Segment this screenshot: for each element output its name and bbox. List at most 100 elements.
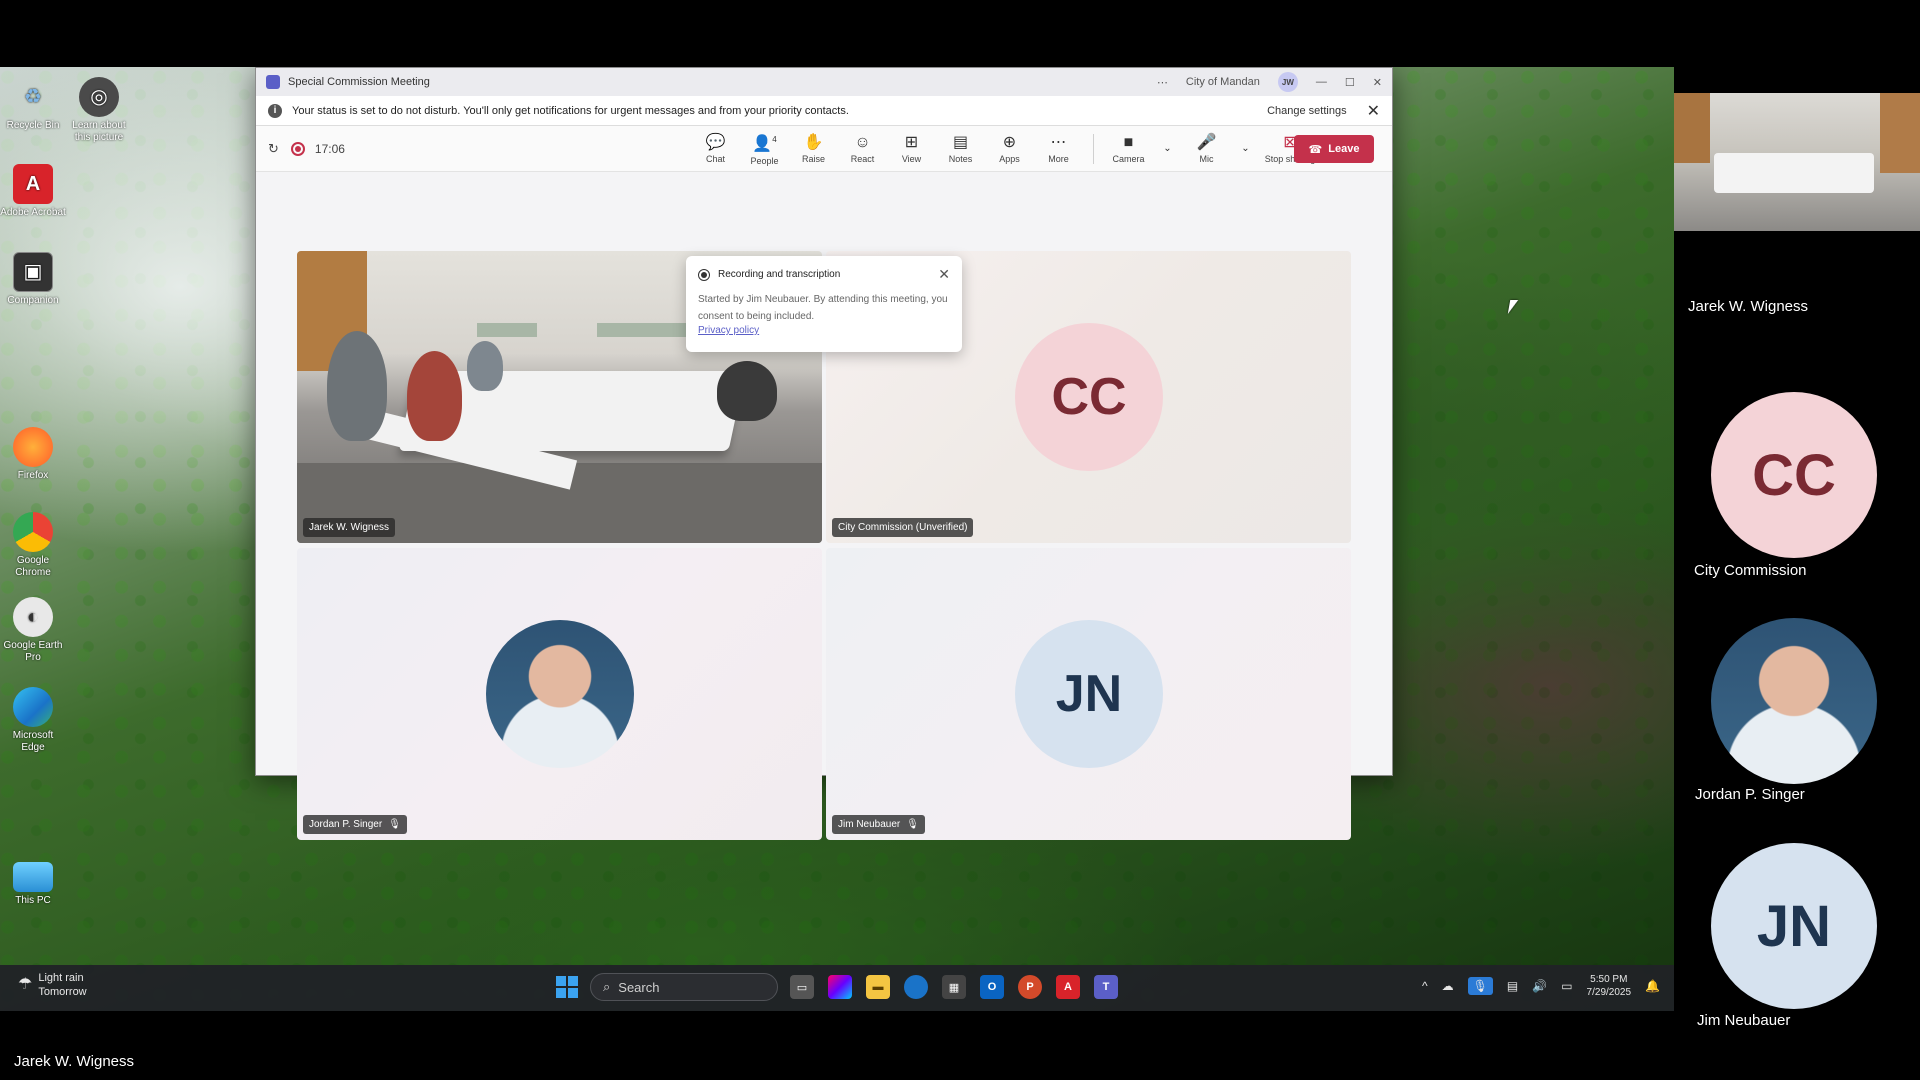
desktop-icon-label: Google Earth Pro — [3, 640, 63, 663]
search-icon: ⌕ — [603, 979, 611, 994]
attendee-figure — [717, 361, 777, 421]
desktop-icon-edge[interactable]: Microsoft Edge — [0, 687, 66, 754]
leave-button[interactable]: ☎ Leave — [1294, 135, 1374, 163]
banner-close-icon[interactable]: ✕ — [1367, 101, 1380, 121]
desktop-icon-adobe-acrobat[interactable]: A Adobe Acrobat — [0, 164, 66, 219]
taskbar: ☂ Light rain Tomorrow ⌕ Search ▭ ▬ ▦ O P… — [0, 965, 1674, 1011]
room-window — [597, 323, 687, 337]
shield-icon[interactable]: ↻ — [268, 141, 279, 157]
desktop-icon-label: Google Chrome — [15, 555, 51, 578]
tool-label: React — [850, 153, 875, 164]
search-placeholder: Search — [618, 979, 660, 995]
maximize-icon[interactable]: ☐ — [1345, 76, 1355, 89]
desktop-icon-label: Microsoft Edge — [12, 730, 54, 753]
tile-name-tag: Jordan P. Singer 🎙 — [303, 815, 407, 834]
powerpoint-icon[interactable]: P — [1018, 975, 1042, 999]
desktop-icon-companion[interactable]: ▣ Companion — [0, 252, 66, 307]
desktop-icon-learn-picture[interactable]: ◎ Learn about this picture — [66, 77, 132, 144]
firefox-icon — [13, 427, 53, 467]
onedrive-icon[interactable]: ☁ — [1442, 979, 1454, 993]
clock-time: 5:50 PM — [1590, 974, 1628, 985]
react-button[interactable]: ☺ React — [838, 133, 887, 164]
tool-label: Camera — [1112, 153, 1145, 164]
right-panel-avatar-cc[interactable]: CC — [1711, 392, 1877, 558]
meeting-toolbar: ↻ 17:06 💬 Chat 👤4 People ✋ Raise ☺ React ⊞ Vi… — [256, 126, 1392, 172]
popup-title: Recording and transcription — [718, 269, 841, 280]
notes-icon: ▤ — [952, 133, 969, 151]
mic-muted-icon: 🎙 — [906, 819, 919, 830]
battery-icon[interactable]: ▭ — [1561, 979, 1572, 993]
acrobat-icon: A — [13, 164, 53, 204]
privacy-policy-link[interactable]: Privacy policy — [698, 325, 759, 336]
participant-photo-avatar — [486, 620, 634, 768]
tool-label: View — [901, 153, 922, 164]
people-button[interactable]: 👤4 People — [740, 132, 789, 165]
microphone-icon: 🎤 — [1196, 133, 1217, 151]
notes-button[interactable]: ▤ Notes — [936, 133, 985, 164]
more-options-icon[interactable]: ⋯ — [1157, 76, 1168, 89]
desktop-icon-google-earth[interactable]: ◐ Google Earth Pro — [0, 597, 66, 664]
notification-bell-icon[interactable]: 🔔 — [1645, 979, 1660, 993]
right-panel-participant-name: Jim Neubauer — [1697, 1012, 1791, 1029]
file-explorer-icon[interactable]: ▬ — [866, 975, 890, 999]
leave-label: Leave — [1328, 143, 1360, 155]
desktop-icon-recycle-bin[interactable]: ♻ Recycle Bin — [0, 77, 66, 132]
chevron-up-icon[interactable]: ^ — [1422, 979, 1428, 993]
hand-icon: ✋ — [803, 133, 824, 151]
more-button[interactable]: ⋯ More — [1034, 133, 1083, 164]
desktop-icon-firefox[interactable]: Firefox — [0, 427, 66, 482]
chevron-down-icon: ⌄ — [1241, 143, 1250, 154]
user-avatar[interactable]: JW — [1277, 72, 1298, 92]
desktop-icon-label: Firefox — [17, 470, 49, 481]
ellipsis-icon: ⋯ — [1050, 133, 1067, 151]
acrobat-taskbar-icon[interactable]: A — [1056, 975, 1080, 999]
desktop-icon-this-pc[interactable]: This PC — [0, 862, 66, 907]
popup-close-icon[interactable]: ✕ — [938, 266, 950, 283]
right-panel-avatar-jn[interactable]: JN — [1711, 843, 1877, 1009]
weather-widget[interactable]: ☂ Light rain Tomorrow — [18, 971, 87, 999]
video-tile-jim-neubauer[interactable]: JN Jim Neubauer 🎙 — [826, 548, 1351, 840]
mic-options-chevron[interactable]: ⌄ — [1231, 141, 1260, 157]
chat-button[interactable]: 💬 Chat — [691, 134, 740, 164]
raise-hand-button[interactable]: ✋ Raise — [789, 133, 838, 164]
store-icon[interactable]: ▦ — [942, 975, 966, 999]
participant-avatar: JN — [1015, 620, 1163, 768]
microphone-in-use-icon[interactable]: 🎙 — [1467, 977, 1493, 995]
smiley-icon: ☺ — [854, 133, 871, 151]
companion-icon: ▣ — [13, 252, 53, 292]
toolbar-actions: 💬 Chat 👤4 People ✋ Raise ☺ React ⊞ View ▤ Note… — [691, 126, 1320, 172]
windows-start-icon[interactable] — [556, 976, 578, 998]
camera-icon: ■ — [1123, 133, 1134, 151]
copilot-icon[interactable] — [828, 975, 852, 999]
participant-name: Jordan P. Singer — [309, 819, 383, 830]
right-panel-video-room[interactable] — [1674, 93, 1920, 231]
change-settings-button[interactable]: Change settings — [1267, 105, 1347, 117]
recording-indicator-icon[interactable] — [290, 141, 305, 156]
right-panel-avatar-photo[interactable] — [1711, 618, 1877, 784]
volume-icon[interactable]: 🔊 — [1532, 979, 1547, 993]
desktop-icon-chrome[interactable]: Google Chrome — [0, 512, 66, 579]
teams-icon[interactable]: T — [1094, 975, 1118, 999]
camera-button[interactable]: ■ Camera — [1104, 133, 1153, 164]
view-button[interactable]: ⊞ View — [887, 134, 936, 164]
popup-body: Started by Jim Neubauer. By attending th… — [698, 294, 948, 322]
outlook-icon[interactable]: O — [980, 975, 1004, 999]
task-view-icon[interactable]: ▭ — [790, 975, 814, 999]
mic-button[interactable]: 🎤 Mic — [1182, 133, 1231, 164]
minimize-icon[interactable]: — — [1316, 76, 1327, 88]
desktop-icon-label: This PC — [15, 895, 51, 906]
clock[interactable]: 5:50 PM 7/29/2025 — [1587, 973, 1632, 999]
tool-label: Mic — [1199, 153, 1214, 164]
taskbar-search[interactable]: ⌕ Search — [590, 973, 778, 1001]
close-icon[interactable]: ✕ — [1373, 76, 1382, 89]
edge-taskbar-icon[interactable] — [904, 975, 928, 999]
tool-label: Notes — [948, 153, 973, 164]
right-panel-participant-name: City Commission — [1694, 562, 1807, 579]
room-cabinet — [1880, 93, 1920, 173]
participant-name: City Commission (Unverified) — [838, 522, 968, 533]
apps-button[interactable]: ⊕ Apps — [985, 134, 1034, 164]
network-icon[interactable]: ▤ — [1507, 979, 1518, 993]
video-tile-jordan-singer[interactable]: Jordan P. Singer 🎙 — [297, 548, 822, 840]
toolbar-divider — [1093, 134, 1094, 164]
camera-options-chevron[interactable]: ⌄ — [1153, 141, 1182, 157]
